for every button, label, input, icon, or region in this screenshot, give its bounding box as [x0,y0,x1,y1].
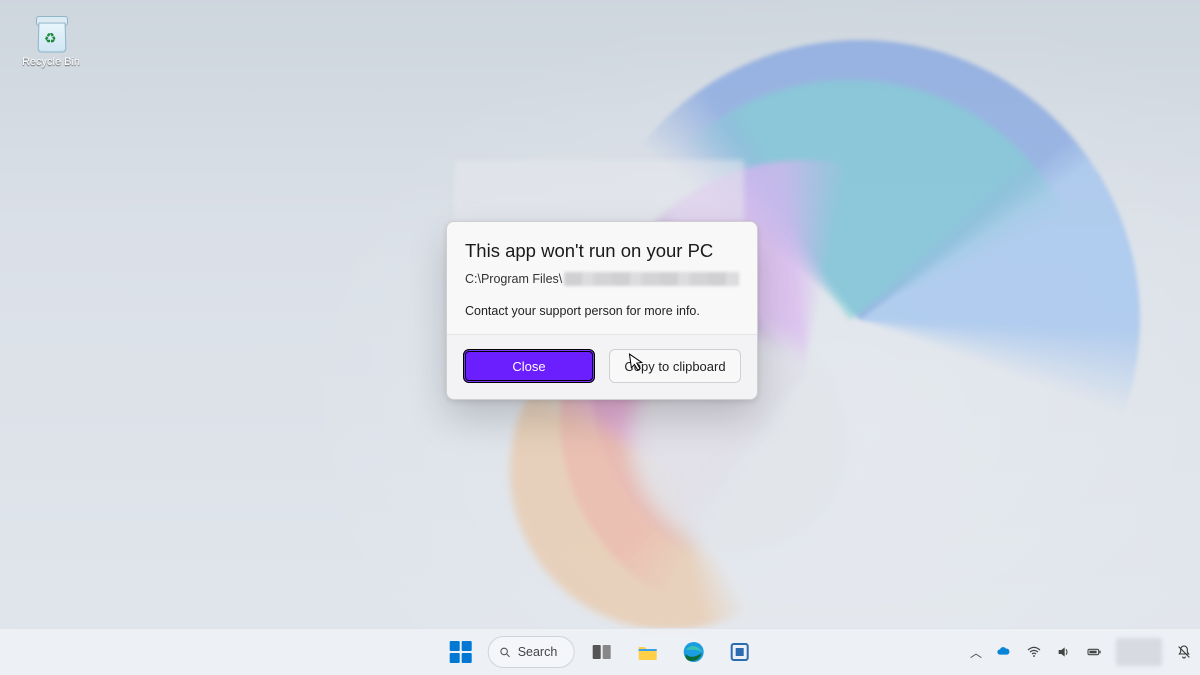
taskbar-search[interactable]: Search [488,636,575,668]
dialog-title: This app won't run on your PC [465,240,739,262]
task-view-icon [589,640,613,664]
background-window-ghost [454,160,744,222]
file-explorer-button[interactable] [628,633,666,671]
notifications-icon[interactable] [1176,644,1192,660]
system-tray: ︿ [970,638,1192,666]
dialog-path-prefix: C:\Program Files\ [465,272,562,286]
dialog-footer: Close Copy to clipboard [447,334,757,399]
copy-to-clipboard-button[interactable]: Copy to clipboard [609,349,741,383]
taskbar: Search ︿ [0,628,1200,675]
close-button[interactable]: Close [463,349,595,383]
taskbar-search-label: Search [518,645,558,659]
search-icon [499,646,512,659]
task-view-button[interactable] [582,633,620,671]
recycle-bin-label: Recycle Bin [16,56,86,68]
recycle-bin-desktop-icon[interactable]: ♻ Recycle Bin [16,12,86,68]
start-button[interactable] [442,633,480,671]
dialog-path-row: C:\Program Files\ [465,272,739,286]
dialog-hint: Contact your support person for more inf… [465,304,739,318]
tray-overflow-button[interactable]: ︿ [970,644,982,661]
battery-icon[interactable] [1086,644,1102,660]
taskbar-app-button[interactable] [720,633,758,671]
folder-icon [635,640,659,664]
recycle-bin-icon: ♻ [30,12,72,54]
edge-icon [681,640,705,664]
wifi-icon[interactable] [1026,644,1042,660]
volume-icon[interactable] [1056,644,1072,660]
edge-button[interactable] [674,633,712,671]
onedrive-icon[interactable] [996,644,1012,660]
taskbar-clock-blurred[interactable] [1116,638,1162,666]
desktop[interactable]: ♻ Recycle Bin This app won't run on your… [0,0,1200,675]
dialog-path-redacted [564,272,739,286]
error-dialog: This app won't run on your PC C:\Program… [446,221,758,400]
windows-logo-icon [450,641,472,663]
app-window-icon [727,640,751,664]
